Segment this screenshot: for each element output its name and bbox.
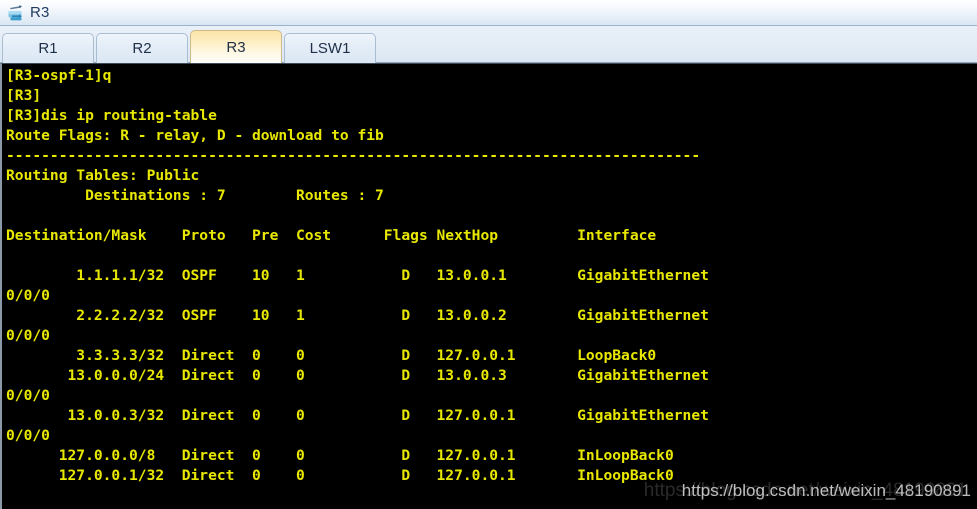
terminal-line: [R3] — [6, 87, 42, 104]
terminal-line: [R3-ospf-1]q — [6, 67, 112, 84]
tab-label: LSW1 — [309, 40, 351, 57]
tab-list: R1 R2 R3 LSW1 — [2, 29, 977, 63]
tab-label: R3 — [226, 38, 246, 56]
terminal-console[interactable]: [R3-ospf-1]q [R3] [R3]dis ip routing-table… — [0, 63, 977, 509]
terminal-line: Destination/Mask Proto Pre Cost Flags Ne… — [6, 227, 657, 244]
window-title: R3 — [30, 4, 50, 21]
tab-r1[interactable]: R1 — [2, 33, 94, 63]
tab-label: R1 — [38, 40, 58, 57]
terminal-line: 0/0/0 — [6, 427, 50, 444]
terminal-line: [R3]dis ip routing-table — [6, 107, 217, 124]
terminal-line: 127.0.0.1/32 Direct 0 0 D 127.0.0.1 InLo… — [6, 467, 674, 484]
terminal-line: Destinations : 7 Routes : 7 — [6, 187, 384, 204]
tab-r3[interactable]: R3 — [190, 30, 282, 63]
window-titlebar: R3 — [0, 0, 977, 26]
terminal-line: 0/0/0 — [6, 327, 50, 344]
emulator-window: R3 R1 R2 R3 LSW1 [R3-ospf-1]q [R3] [R3]dis… — [0, 0, 977, 509]
terminal-line: ----------------------------------------… — [6, 147, 701, 164]
terminal-line: 0/0/0 — [6, 287, 50, 304]
terminal-line: 13.0.0.3/32 Direct 0 0 D 127.0.0.1 Gigab… — [6, 407, 709, 424]
tab-lsw1[interactable]: LSW1 — [284, 33, 376, 63]
router-icon — [8, 4, 23, 20]
terminal-line: 1.1.1.1/32 OSPF 10 1 D 13.0.0.1 GigabitE… — [6, 267, 709, 284]
terminal-line: 2.2.2.2/32 OSPF 10 1 D 13.0.0.2 GigabitE… — [6, 307, 709, 324]
terminal-output: [R3-ospf-1]q [R3] [R3]dis ip routing-table… — [6, 66, 977, 509]
terminal-line: 13.0.0.0/24 Direct 0 0 D 13.0.0.3 Gigabi… — [6, 367, 709, 384]
terminal-line: 3.3.3.3/32 Direct 0 0 D 127.0.0.1 LoopBa… — [6, 347, 657, 364]
device-tabstrip: R1 R2 R3 LSW1 — [0, 26, 977, 63]
terminal-line: Route Flags: R - relay, D - download to … — [6, 127, 384, 144]
tab-label: R2 — [132, 40, 152, 57]
terminal-line: Routing Tables: Public — [6, 167, 200, 184]
terminal-line: 127.0.0.0/8 Direct 0 0 D 127.0.0.1 InLoo… — [6, 447, 674, 464]
terminal-line: 0/0/0 — [6, 387, 50, 404]
tab-r2[interactable]: R2 — [96, 33, 188, 63]
